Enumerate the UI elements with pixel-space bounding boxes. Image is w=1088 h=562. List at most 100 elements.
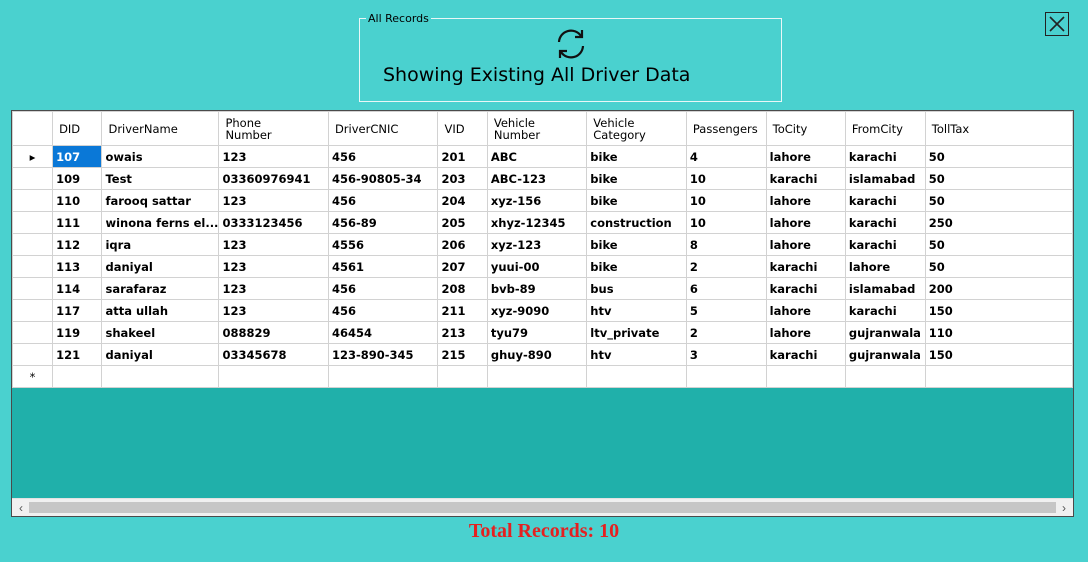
table-cell[interactable]: 456: [327, 277, 439, 300]
table-cell[interactable]: ltv_private: [586, 321, 687, 344]
table-cell[interactable]: bus: [586, 277, 687, 300]
table-cell[interactable]: 50: [924, 255, 1073, 278]
table-cell[interactable]: [765, 365, 846, 388]
column-header-passengers[interactable]: Passengers: [685, 111, 767, 146]
table-cell[interactable]: ABC-123: [486, 167, 588, 190]
table-cell[interactable]: 204: [437, 189, 488, 212]
row-header-cell[interactable]: [12, 277, 54, 300]
column-header-tolltax[interactable]: TollTax: [924, 111, 1073, 146]
table-cell[interactable]: 4556: [327, 233, 439, 256]
table-cell[interactable]: 112: [52, 233, 103, 256]
table-cell[interactable]: htv: [586, 299, 687, 322]
table-cell[interactable]: 0333123456: [218, 211, 329, 234]
table-row[interactable]: ▸ 107 owais 123 456 201 ABC bike 4 lahore karachi 5…: [12, 145, 1073, 168]
table-cell[interactable]: karachi: [765, 343, 846, 366]
table-cell[interactable]: 10: [685, 211, 767, 234]
row-pointer-icon[interactable]: ▸: [12, 145, 54, 168]
scrollbar-thumb[interactable]: [29, 502, 1056, 513]
table-cell[interactable]: gujranwala: [844, 343, 926, 366]
table-cell[interactable]: 121: [52, 343, 103, 366]
table-cell[interactable]: yuui-00: [486, 255, 588, 278]
table-cell[interactable]: 111: [52, 211, 103, 234]
table-cell[interactable]: htv: [586, 343, 687, 366]
table-cell[interactable]: winona ferns el...: [101, 211, 220, 234]
table-cell[interactable]: 110: [52, 189, 103, 212]
table-cell[interactable]: lahore: [765, 211, 846, 234]
table-cell[interactable]: 50: [924, 189, 1073, 212]
table-cell[interactable]: 211: [437, 299, 488, 322]
table-cell[interactable]: tyu79: [486, 321, 588, 344]
table-cell[interactable]: karachi: [765, 277, 846, 300]
table-cell[interactable]: bike: [586, 145, 687, 168]
table-cell[interactable]: 456-90805-34: [327, 167, 439, 190]
table-cell[interactable]: 123: [218, 189, 329, 212]
table-cell[interactable]: daniyal: [101, 255, 220, 278]
table-cell[interactable]: 8: [685, 233, 767, 256]
table-cell[interactable]: 03360976941: [218, 167, 329, 190]
table-cell[interactable]: 3: [685, 343, 767, 366]
table-cell[interactable]: lahore: [765, 321, 846, 344]
row-header-cell[interactable]: [12, 255, 54, 278]
new-row[interactable]: *: [12, 365, 1073, 388]
table-cell[interactable]: 46454: [327, 321, 439, 344]
table-cell[interactable]: bike: [586, 233, 687, 256]
table-cell[interactable]: 123-890-345: [327, 343, 439, 366]
table-cell[interactable]: sarafaraz: [101, 277, 220, 300]
table-cell[interactable]: 5: [685, 299, 767, 322]
table-cell[interactable]: 6: [685, 277, 767, 300]
table-cell[interactable]: Test: [101, 167, 220, 190]
table-cell[interactable]: [486, 365, 588, 388]
table-cell[interactable]: 215: [437, 343, 488, 366]
table-cell[interactable]: 117: [52, 299, 103, 322]
table-cell[interactable]: 123: [218, 233, 329, 256]
table-cell[interactable]: [52, 365, 103, 388]
table-cell[interactable]: bike: [586, 189, 687, 212]
table-row[interactable]: 114 sarafaraz 123 456 208 bvb-89 bus 6 karachi is…: [12, 277, 1073, 300]
table-cell[interactable]: gujranwala: [844, 321, 926, 344]
table-cell[interactable]: construction: [586, 211, 687, 234]
table-cell[interactable]: karachi: [844, 189, 926, 212]
refresh-icon[interactable]: [553, 26, 589, 62]
table-cell[interactable]: [844, 365, 926, 388]
table-row[interactable]: 111 winona ferns el... 0333123456 456-89 205…: [12, 211, 1073, 234]
row-header-cell[interactable]: [12, 233, 54, 256]
table-cell[interactable]: 150: [924, 299, 1073, 322]
table-cell[interactable]: lahore: [765, 145, 846, 168]
table-cell[interactable]: islamabad: [844, 167, 926, 190]
table-cell[interactable]: xyz-123: [486, 233, 588, 256]
table-cell[interactable]: 213: [437, 321, 488, 344]
table-cell[interactable]: 205: [437, 211, 488, 234]
table-cell[interactable]: xyz-156: [486, 189, 588, 212]
table-cell[interactable]: 114: [52, 277, 103, 300]
row-header-cell[interactable]: [12, 343, 54, 366]
table-cell[interactable]: [327, 365, 439, 388]
table-cell[interactable]: bvb-89: [486, 277, 588, 300]
table-cell[interactable]: 2: [685, 255, 767, 278]
table-cell[interactable]: 456: [327, 299, 439, 322]
table-cell[interactable]: daniyal: [101, 343, 220, 366]
table-cell[interactable]: karachi: [844, 299, 926, 322]
table-cell[interactable]: 250: [924, 211, 1073, 234]
table-cell[interactable]: 107: [52, 145, 103, 168]
table-cell[interactable]: [685, 365, 767, 388]
table-row[interactable]: 109 Test 03360976941 456-90805-34 203 ABC-123…: [12, 167, 1073, 190]
table-cell[interactable]: 123: [218, 145, 329, 168]
row-header-cell[interactable]: [12, 321, 54, 344]
table-cell[interactable]: atta ullah: [101, 299, 220, 322]
table-cell[interactable]: karachi: [844, 233, 926, 256]
table-cell[interactable]: 113: [52, 255, 103, 278]
column-header-did[interactable]: DID: [52, 111, 103, 146]
table-cell[interactable]: 123: [218, 255, 329, 278]
table-cell[interactable]: lahore: [765, 189, 846, 212]
table-cell[interactable]: 150: [924, 343, 1073, 366]
column-header-drivercnic[interactable]: DriverCNIC: [327, 111, 439, 146]
table-cell[interactable]: 201: [437, 145, 488, 168]
table-cell[interactable]: ABC: [486, 145, 588, 168]
table-row[interactable]: 110 farooq sattar 123 456 204 xyz-156 bike 10 la…: [12, 189, 1073, 212]
table-cell[interactable]: bike: [586, 167, 687, 190]
table-row[interactable]: 117 atta ullah 123 456 211 xyz-9090 htv 5 lahore…: [12, 299, 1073, 322]
column-header-fromcity[interactable]: FromCity: [844, 111, 926, 146]
table-cell[interactable]: xhyz-12345: [486, 211, 588, 234]
table-cell[interactable]: 2: [685, 321, 767, 344]
table-cell[interactable]: karachi: [765, 255, 846, 278]
